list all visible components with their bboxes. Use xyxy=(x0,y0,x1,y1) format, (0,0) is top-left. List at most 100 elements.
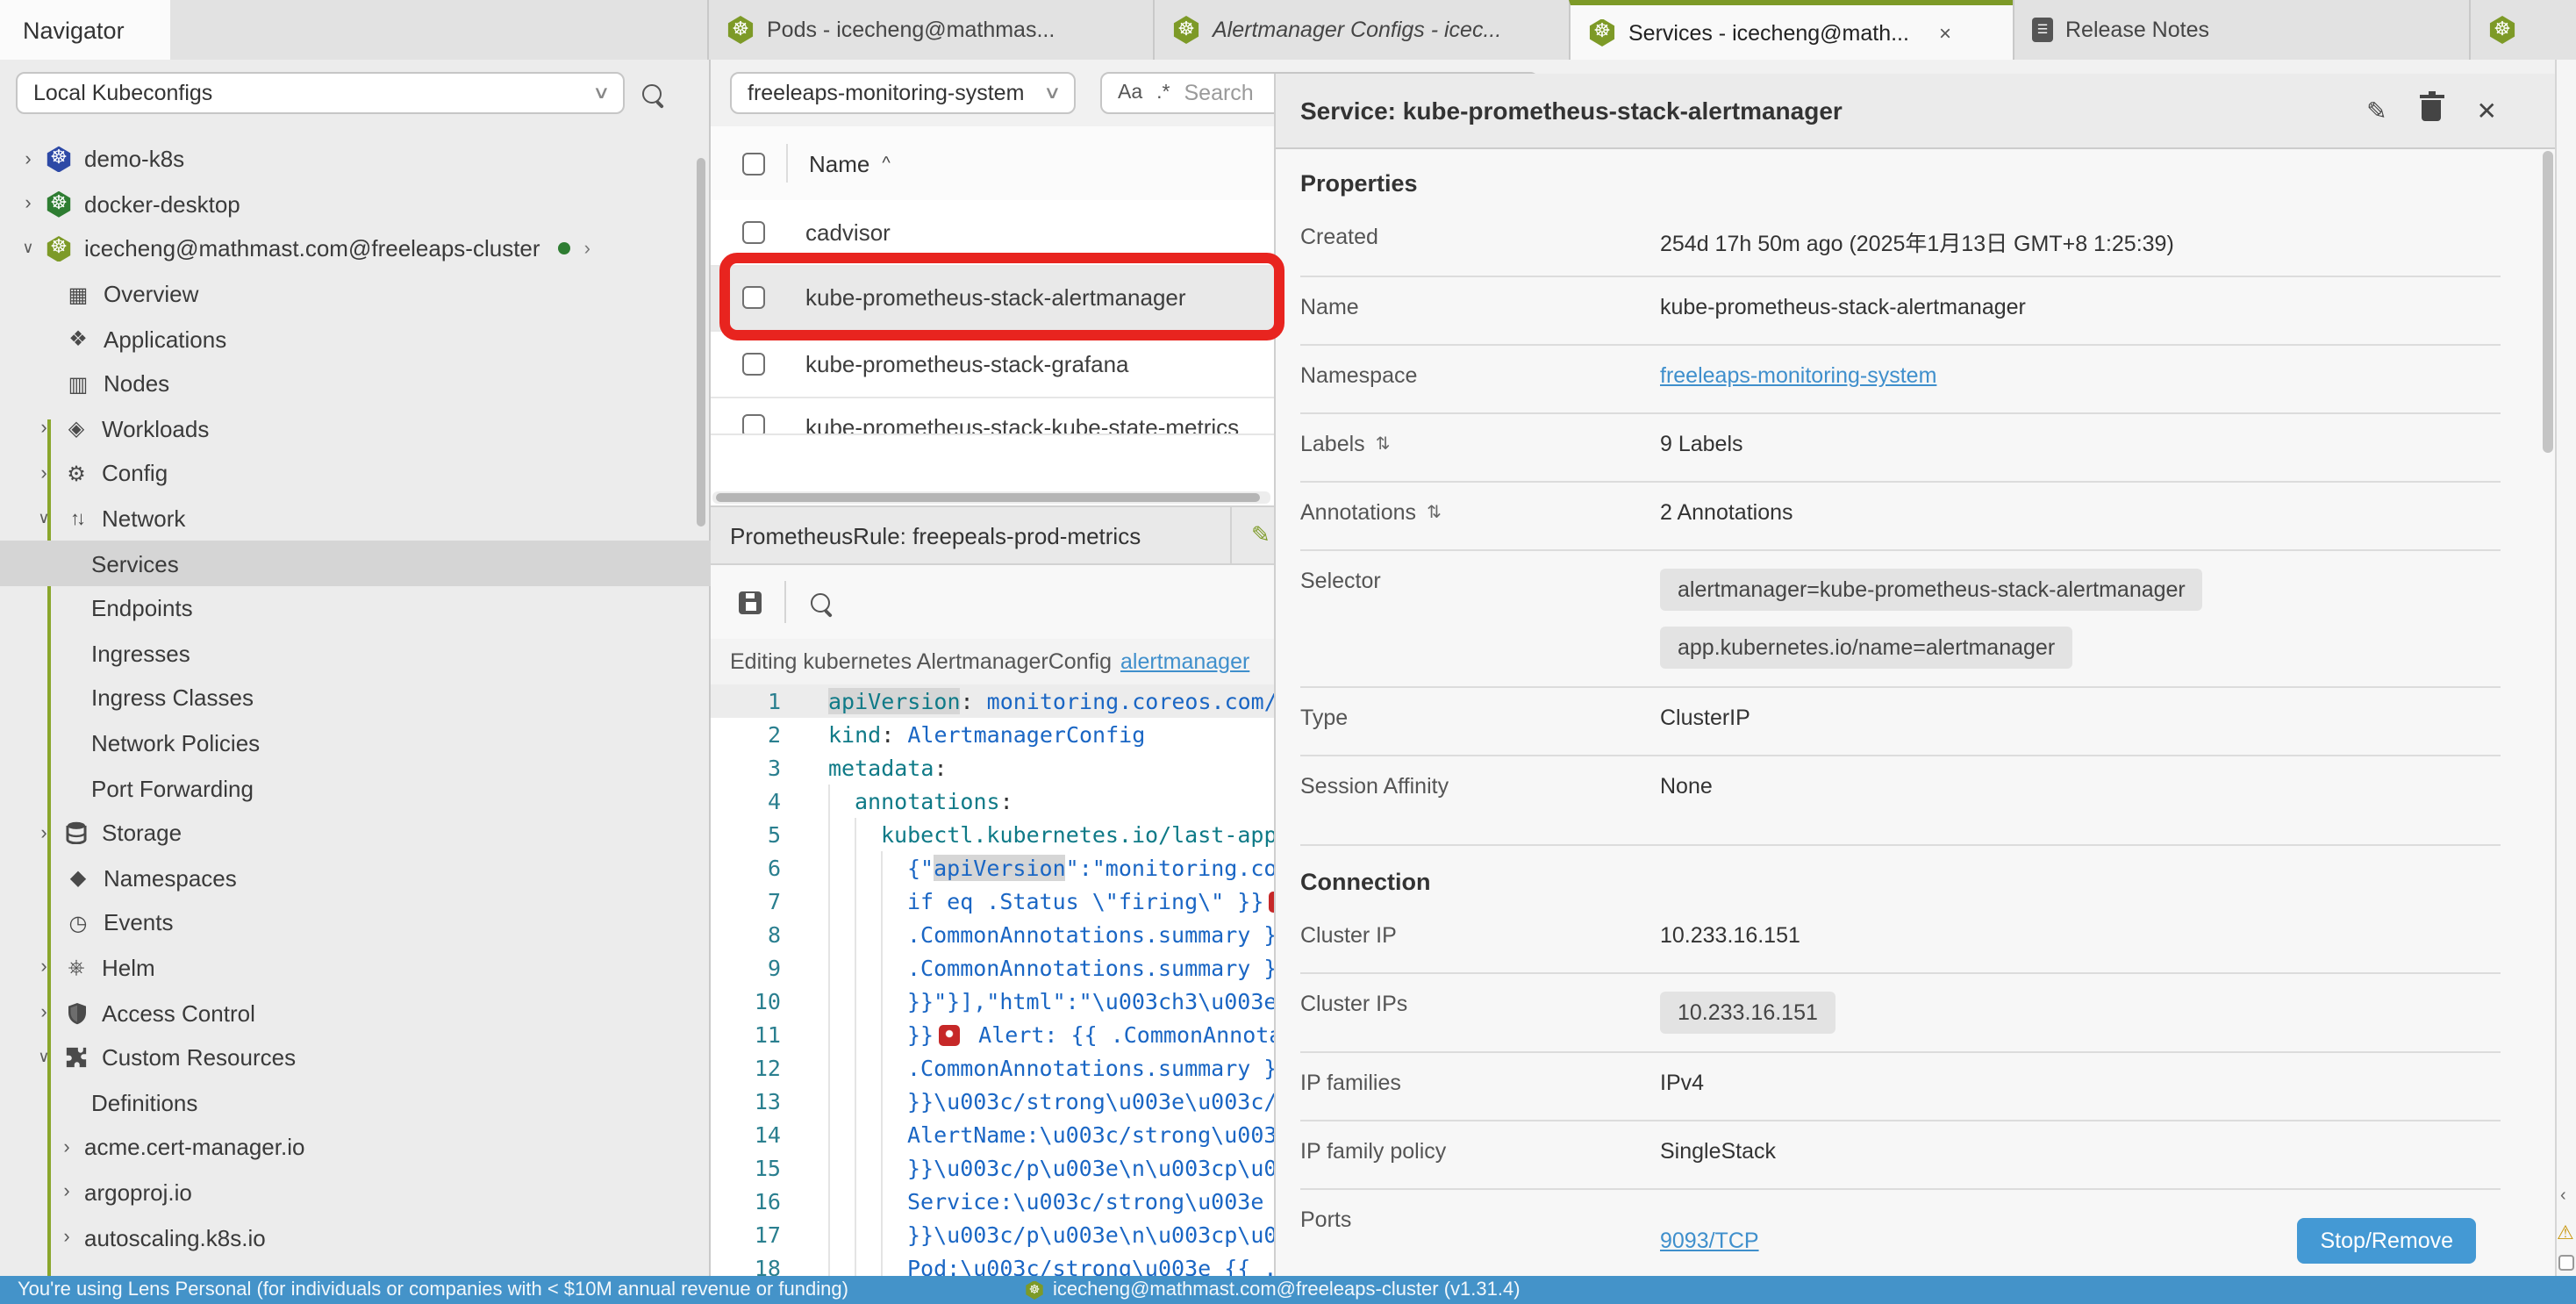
chevron-down-icon[interactable]: ∨ xyxy=(33,509,54,528)
close-icon[interactable]: × xyxy=(1939,20,1951,45)
sidebar-item-label: Config xyxy=(102,461,168,487)
horizontal-scrollbar[interactable] xyxy=(712,491,1270,504)
divider xyxy=(784,581,786,623)
detail-value: 9 Labels xyxy=(1660,432,1743,456)
cluster-status-text: icecheng@mathmast.com@freeleaps-cluster … xyxy=(1053,1279,1521,1300)
sidebar-item-label: Namespaces xyxy=(104,865,237,892)
code-line-content: }}\u003c/p\u003e\n\u003cp\u003 xyxy=(781,1218,1304,1251)
chevron-right-icon[interactable]: › xyxy=(33,1002,54,1023)
sidebar-item-custom-resources[interactable]: ∨ Custom Resources xyxy=(0,1035,711,1080)
sidebar-item-ingress-classes[interactable]: Ingress Classes xyxy=(0,676,711,720)
sidebar-item-storage[interactable]: ›Storage xyxy=(0,811,711,856)
code-segment: }} xyxy=(907,1021,934,1048)
sidebar-item-namespaces[interactable]: ◆Namespaces xyxy=(0,856,711,900)
document-icon: ☰ xyxy=(2032,18,2053,42)
sidebar-item-helm[interactable]: ›⎈Helm xyxy=(0,945,711,990)
indent-guide xyxy=(828,951,855,985)
sidebar-item-overview[interactable]: ▦Overview xyxy=(0,272,711,317)
chevron-right-icon[interactable]: › xyxy=(18,194,39,215)
search-icon[interactable] xyxy=(642,83,662,103)
chevron-down-icon[interactable]: ∨ xyxy=(18,240,39,259)
chevron-right-icon[interactable]: › xyxy=(33,463,54,484)
sidebar-item-argoproj-io[interactable]: ›argoproj.io xyxy=(0,1170,711,1214)
sidebar-item-autoscaling-k8s-io[interactable]: ›autoscaling.k8s.io xyxy=(0,1215,711,1260)
chevron-right-icon[interactable]: › xyxy=(33,419,54,440)
regex-icon[interactable]: .* xyxy=(1156,82,1170,104)
sidebar-item-nodes[interactable]: ▥Nodes xyxy=(0,362,711,406)
sidebar-item-acme-cert-manager-io[interactable]: ›acme.cert-manager.io xyxy=(0,1125,711,1170)
sidebar-item-services[interactable]: Services xyxy=(0,541,711,586)
detail-value-text: 10.233.16.151 xyxy=(1660,923,1800,948)
row-checkbox[interactable] xyxy=(742,221,765,244)
sidebar-item-icecheng-mathmast-com-freeleaps-cluster[interactable]: ∨☸icecheng@mathmast.com@freeleaps-cluste… xyxy=(0,226,711,271)
chevron-right-icon[interactable]: › xyxy=(33,822,54,843)
chevron-right-icon[interactable]: › xyxy=(56,1227,77,1248)
sidebar-item-docker-desktop[interactable]: ›☸docker-desktop xyxy=(0,182,711,226)
row-checkbox[interactable] xyxy=(742,413,765,434)
sidebar-scrollbar[interactable] xyxy=(697,158,705,527)
tab-partial[interactable]: ☸ xyxy=(2469,0,2576,60)
stop-remove-button[interactable]: Stop/Remove xyxy=(2298,1218,2476,1264)
sidebar-item-network-policies[interactable]: Network Policies xyxy=(0,720,711,765)
kubeconfig-select[interactable]: Local Kubeconfigs ∨ xyxy=(16,72,625,114)
trash-icon[interactable] xyxy=(2422,100,2442,121)
sidebar-item-label: Custom Resources xyxy=(102,1044,296,1071)
chevron-right-icon[interactable]: › xyxy=(56,1137,77,1158)
sidebar-item-port-forwarding[interactable]: Port Forwarding xyxy=(0,766,711,811)
sidebar-item-config[interactable]: ›⚙Config xyxy=(0,451,711,496)
sidebar-item-endpoints[interactable]: Endpoints xyxy=(0,586,711,631)
code-line-content: .CommonAnnotations.summary }}- xyxy=(781,1051,1304,1085)
save-icon[interactable] xyxy=(739,591,762,613)
sidebar-item-ingresses[interactable]: Ingresses xyxy=(0,631,711,676)
edit-icon[interactable]: ✎ xyxy=(1251,521,1270,549)
chevron-down-icon[interactable]: ∨ xyxy=(33,1048,54,1067)
tab-release-notes[interactable]: ☰Release Notes xyxy=(2013,0,2469,60)
indent-guide xyxy=(855,818,881,851)
edit-icon[interactable]: ✎ xyxy=(2366,96,2386,125)
indent-guide xyxy=(828,1218,855,1251)
sidebar-item-applications[interactable]: ❖Applications xyxy=(0,317,711,362)
name-column-header[interactable]: Name xyxy=(809,150,869,176)
custom-icon xyxy=(61,1046,91,1069)
tab-pods-icecheng-mathma[interactable]: ☸Pods - icecheng@mathmas... xyxy=(707,0,1153,60)
indent-guide xyxy=(828,851,855,885)
code-line-content: .CommonAnnotations.summary }}- xyxy=(781,951,1304,985)
sorter-icon[interactable]: ⇅ xyxy=(1376,434,1391,454)
port-link[interactable]: 9093/TCP xyxy=(1660,1229,1759,1253)
code-line-content: apiVersion: monitoring.coreos.com/v1 xyxy=(781,684,1304,718)
namespace-select[interactable]: freeleaps-monitoring-system ∨ xyxy=(730,72,1076,114)
sidebar-item-events[interactable]: ◷Events xyxy=(0,900,711,945)
code-line-content: if eq .Status \"firing\" }} xyxy=(781,885,1295,918)
select-all-checkbox[interactable] xyxy=(742,152,765,175)
namespace-link[interactable]: freeleaps-monitoring-system xyxy=(1660,363,1936,388)
sorter-icon[interactable]: ⇅ xyxy=(1427,503,1442,522)
search-icon[interactable] xyxy=(811,592,830,612)
indent-guide xyxy=(855,951,881,985)
chevron-right-icon[interactable]: › xyxy=(18,149,39,170)
close-icon[interactable]: ✕ xyxy=(2477,96,2497,125)
value-badge: alertmanager=kube-prometheus-stack-alert… xyxy=(1660,569,2203,611)
detail-value: IPv4 xyxy=(1660,1071,1704,1095)
sidebar-item-demo-k8s[interactable]: ›☸demo-k8s xyxy=(0,137,711,182)
chevron-right-icon[interactable]: › xyxy=(56,1182,77,1203)
indent-guide xyxy=(828,785,855,818)
workloads-icon: ◈ xyxy=(61,417,91,441)
kubernetes-icon: ☸ xyxy=(1588,18,1616,47)
sidebar-item-definitions[interactable]: Definitions xyxy=(0,1080,711,1125)
indent-guide xyxy=(855,985,881,1018)
indent-guide xyxy=(881,951,907,985)
tab-services-icecheng-ma[interactable]: ☸Services - icecheng@math...× xyxy=(1569,0,2013,60)
sidebar-item-workloads[interactable]: ›◈Workloads xyxy=(0,406,711,451)
chevron-right-icon[interactable]: › xyxy=(33,957,54,978)
row-checkbox[interactable] xyxy=(742,353,765,376)
drawer-scrollbar[interactable] xyxy=(2543,151,2553,453)
sort-asc-icon[interactable]: ^ xyxy=(882,154,890,173)
code-line-content: annotations: xyxy=(781,785,1013,818)
match-case-icon[interactable]: Aa xyxy=(1118,82,1142,104)
sidebar-item-access-control[interactable]: ›Access Control xyxy=(0,991,711,1035)
tab-alertmanager-configs[interactable]: ☸Alertmanager Configs - icec... xyxy=(1153,0,1569,60)
chevron-right-icon[interactable]: › xyxy=(584,239,590,260)
code-segment: : xyxy=(961,688,987,714)
editing-resource-link[interactable]: alertmanager xyxy=(1120,649,1249,674)
sidebar-item-network[interactable]: ∨↑↓Network xyxy=(0,497,711,541)
